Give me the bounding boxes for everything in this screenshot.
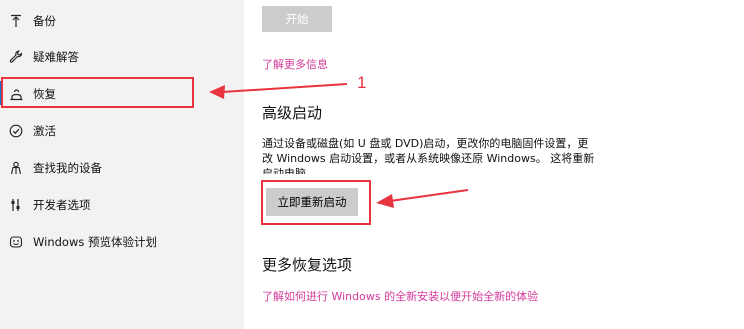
wrench-icon xyxy=(8,49,24,65)
insider-smiley-icon xyxy=(8,234,24,250)
main-content: 开始 了解更多信息 高级启动 通过设备或磁盘(如 U 盘或 DVD)启动，更改你… xyxy=(244,0,744,329)
sidebar-item-label: 激活 xyxy=(33,123,56,138)
sidebar-item-label: 开发者选项 xyxy=(33,197,91,212)
sidebar-item-windows-insider[interactable]: Windows 预览体验计划 xyxy=(0,223,244,260)
annotation-highlight-restart xyxy=(261,180,371,225)
developer-sliders-icon xyxy=(8,197,24,213)
annotation-highlight-recovery xyxy=(1,77,194,108)
sidebar-item-label: Windows 预览体验计划 xyxy=(33,234,157,249)
sidebar-item-developer-options[interactable]: 开发者选项 xyxy=(0,186,244,223)
advanced-startup-description: 通过设备或磁盘(如 U 盘或 DVD)启动，更改你的电脑固件设置，更 改 Win… xyxy=(262,136,594,174)
description-line: 改 Windows 启动设置，或者从系统映像还原 Windows。 这将重新 xyxy=(262,152,595,165)
fresh-install-link[interactable]: 了解如何进行 Windows 的全新安装以便开始全新的体验 xyxy=(262,288,538,304)
annotation-number: 1 xyxy=(357,73,367,92)
sidebar: 备份 疑难解答 恢复 激活 查找我的设备 开发者选项 Windows 预览体验计… xyxy=(0,0,244,329)
sidebar-item-find-my-device[interactable]: 查找我的设备 xyxy=(0,149,244,186)
sidebar-item-troubleshoot[interactable]: 疑难解答 xyxy=(0,38,244,75)
start-button[interactable]: 开始 xyxy=(262,6,332,32)
learn-more-link[interactable]: 了解更多信息 xyxy=(262,56,328,72)
more-recovery-heading: 更多恢复选项 xyxy=(262,256,353,274)
person-location-icon xyxy=(8,160,24,176)
description-line: 启动电脑。 xyxy=(262,167,317,174)
sidebar-item-backup[interactable]: 备份 xyxy=(0,2,244,39)
sidebar-item-activation[interactable]: 激活 xyxy=(0,112,244,149)
sidebar-item-label: 查找我的设备 xyxy=(33,160,102,175)
description-line: 通过设备或磁盘(如 U 盘或 DVD)启动，更改你的电脑固件设置，更 xyxy=(262,137,589,150)
advanced-startup-heading: 高级启动 xyxy=(262,104,323,122)
sidebar-item-label: 疑难解答 xyxy=(33,49,79,64)
check-circle-icon xyxy=(8,123,24,139)
backup-arrow-icon xyxy=(8,13,24,29)
sidebar-item-label: 备份 xyxy=(33,13,56,28)
